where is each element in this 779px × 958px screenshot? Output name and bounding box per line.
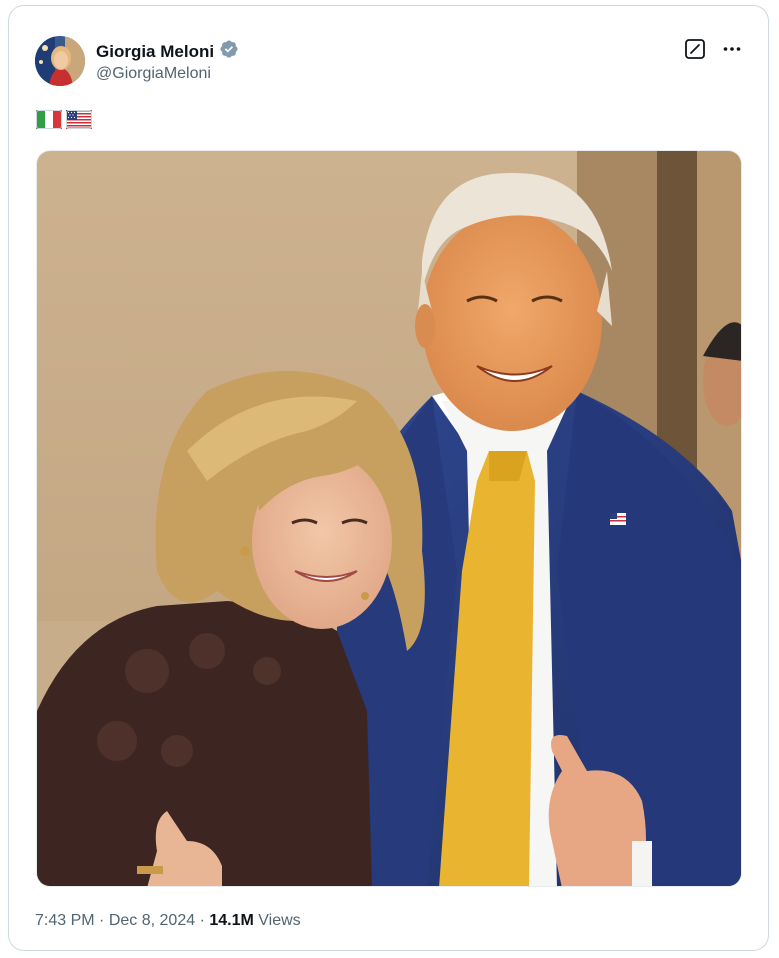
views-label: Views	[258, 912, 301, 929]
author-display-name[interactable]: Giorgia Meloni	[96, 42, 214, 62]
verified-badge-icon	[219, 39, 239, 64]
author-name-row[interactable]: Giorgia Meloni	[96, 39, 239, 64]
header-actions	[684, 38, 742, 65]
flag-italy-icon	[36, 110, 62, 134]
author-handle[interactable]: @GiorgiaMeloni	[96, 65, 211, 83]
views-count[interactable]: 14.1M	[209, 912, 253, 929]
meta-separator: ·	[199, 912, 205, 929]
flag-usa-icon	[66, 110, 92, 134]
more-icon[interactable]	[722, 39, 742, 64]
avatar[interactable]	[35, 36, 85, 86]
tweet-date[interactable]: Dec 8, 2024	[109, 912, 195, 929]
meta-separator: ·	[99, 912, 105, 929]
tweet-meta: 7:43 PM · Dec 8, 2024 · 14.1M Views	[35, 912, 301, 930]
tweet-time[interactable]: 7:43 PM	[35, 912, 95, 929]
tweet-card[interactable]: Giorgia Meloni @GiorgiaMeloni 7:43 PM · …	[8, 5, 769, 951]
grok-icon[interactable]	[684, 38, 706, 65]
tweet-photo[interactable]	[36, 150, 742, 887]
tweet-text-flags	[36, 110, 92, 134]
